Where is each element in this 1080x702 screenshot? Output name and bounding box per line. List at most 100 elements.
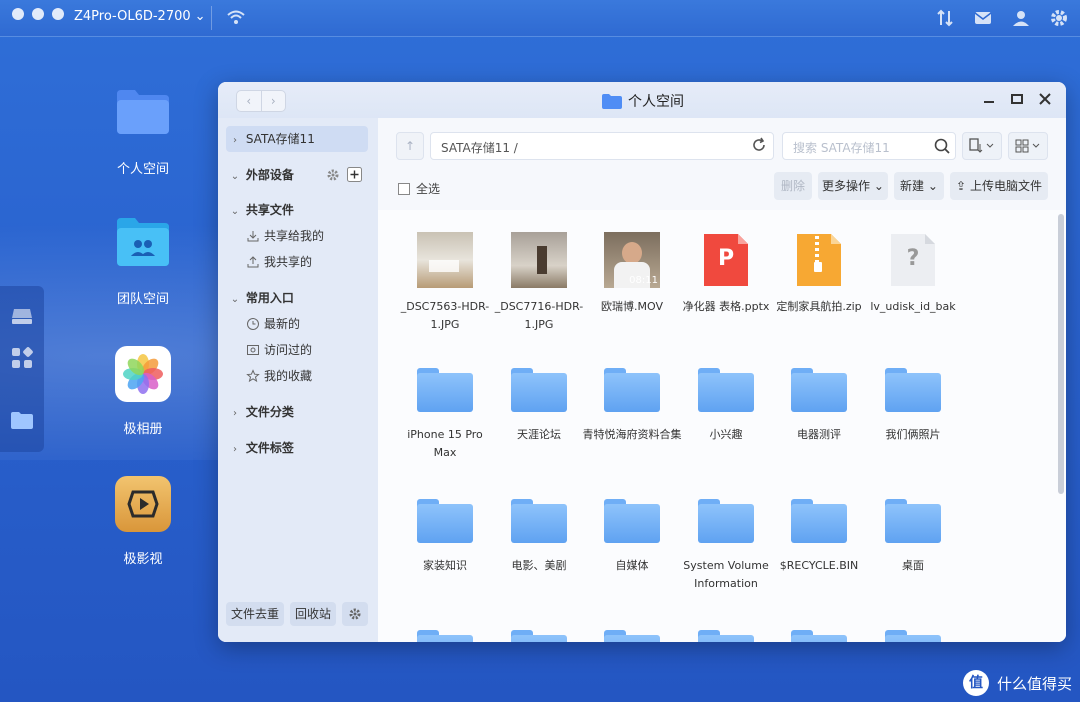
dot-minimize[interactable] bbox=[32, 8, 44, 20]
folder-item[interactable]: 小兴趣 bbox=[676, 362, 776, 444]
gear-icon[interactable] bbox=[326, 168, 340, 182]
select-all[interactable]: 全选 bbox=[398, 180, 440, 197]
transfer-icon[interactable] bbox=[934, 7, 956, 29]
desktop-label: 个人空间 bbox=[116, 162, 169, 177]
photos-icon bbox=[115, 346, 171, 402]
chevron-down-icon: ⌄ bbox=[873, 179, 884, 193]
folder-icon bbox=[511, 368, 567, 412]
files-folder-icon[interactable] bbox=[10, 408, 34, 432]
folder-icon bbox=[791, 499, 847, 543]
share-in-icon bbox=[247, 231, 259, 242]
folder-item[interactable]: 我们俩照片 bbox=[863, 362, 963, 444]
dot-maximize[interactable] bbox=[52, 8, 64, 20]
folder-item[interactable]: 电器测评 bbox=[769, 362, 869, 444]
folder-item[interactable]: System Volume Information bbox=[676, 493, 776, 593]
folder-icon bbox=[885, 630, 941, 642]
minimize-icon[interactable] bbox=[982, 92, 996, 106]
more-actions-button[interactable]: 更多操作 ⌄ bbox=[818, 172, 888, 200]
desktop-video[interactable]: 极影视 bbox=[88, 476, 198, 567]
folder-item[interactable] bbox=[582, 624, 682, 642]
folder-item[interactable] bbox=[489, 624, 589, 642]
drive-icon[interactable] bbox=[10, 304, 34, 328]
folder-item[interactable] bbox=[676, 624, 776, 642]
forward-button[interactable]: › bbox=[262, 91, 286, 111]
folder-item[interactable]: 天涯论坛 bbox=[489, 362, 589, 444]
folder-icon bbox=[604, 368, 660, 412]
sidebar-section-shared[interactable]: ⌄ 共享文件 bbox=[218, 198, 388, 222]
action-toolbar: 全选 删除 更多操作 ⌄ 新建 ⌄ ⇪ 上传电脑文件 bbox=[378, 172, 1066, 202]
sidebar-section-category[interactable]: › 文件分类 bbox=[218, 400, 388, 424]
add-device-icon[interactable] bbox=[347, 167, 362, 182]
chevron-down-icon: ⌄ bbox=[194, 9, 206, 24]
folder-item[interactable]: 桌面 bbox=[863, 493, 963, 575]
file-name: 桌面 bbox=[902, 559, 924, 572]
folder-item[interactable] bbox=[863, 624, 963, 642]
upload-button[interactable]: ⇪ 上传电脑文件 bbox=[950, 172, 1048, 200]
path-bar[interactable]: SATA存储11 / bbox=[430, 132, 774, 160]
delete-button[interactable]: 删除 bbox=[774, 172, 812, 200]
folder-icon bbox=[885, 499, 941, 543]
desktop-personal-space[interactable]: 个人空间 bbox=[88, 86, 198, 177]
path-toolbar: ↑ SATA存储11 / 搜索 SATA存储11 bbox=[378, 118, 1066, 168]
file-name: 青特悦海府资料合集 bbox=[582, 428, 682, 441]
dedupe-button[interactable]: 文件去重 bbox=[226, 602, 284, 626]
path-text: SATA存储11 / bbox=[441, 141, 518, 155]
nav-buttons: ‹ › bbox=[236, 90, 286, 112]
close-icon[interactable] bbox=[1038, 92, 1052, 106]
left-dock bbox=[0, 286, 44, 452]
history-icon bbox=[247, 345, 259, 355]
sidebar-section-label: 文件标签 bbox=[245, 441, 294, 455]
dot-close[interactable] bbox=[12, 8, 24, 20]
folder-item[interactable]: iPhone 15 Pro Max bbox=[395, 362, 495, 462]
mail-icon[interactable] bbox=[972, 7, 994, 29]
main-panel: ↑ SATA存储11 / 搜索 SATA存储11 全选 删除 更多操作 ⌄ 新建… bbox=[378, 118, 1066, 642]
file-name: 欧瑞博.MOV bbox=[601, 300, 663, 313]
sort-button[interactable] bbox=[962, 132, 1002, 160]
gear-icon[interactable] bbox=[1048, 7, 1070, 29]
maximize-icon[interactable] bbox=[1010, 92, 1024, 106]
select-all-checkbox[interactable] bbox=[398, 182, 410, 195]
scrollbar[interactable] bbox=[1058, 214, 1064, 494]
folder-item[interactable] bbox=[395, 624, 495, 642]
apps-grid-icon[interactable] bbox=[10, 346, 34, 370]
sidebar-section-label: 共享文件 bbox=[245, 203, 294, 217]
sidebar-section-tags[interactable]: › 文件标签 bbox=[218, 436, 388, 460]
file-item[interactable]: 定制家具航拍.zip bbox=[769, 232, 869, 316]
file-item[interactable]: P 净化器 表格.pptx bbox=[676, 232, 776, 316]
folder-item[interactable]: 自媒体 bbox=[582, 493, 682, 575]
sidebar: › SATA存储11 ⌄ 外部设备 ⌄ 共享文件 共享给我的 我共享的 ⌄ 常用… bbox=[218, 118, 378, 642]
sidebar-section-external[interactable]: ⌄ 外部设备 bbox=[218, 163, 388, 187]
device-selector[interactable]: Z4Pro-OL6D-2700 ⌄ bbox=[74, 9, 206, 24]
desktop-team-space[interactable]: 团队空间 bbox=[88, 216, 198, 307]
top-divider bbox=[211, 6, 212, 30]
sort-icon bbox=[969, 138, 994, 153]
user-icon[interactable] bbox=[1010, 7, 1032, 29]
folder-item[interactable]: 青特悦海府资料合集 bbox=[582, 362, 682, 444]
top-icons bbox=[934, 7, 1070, 29]
search-input[interactable]: 搜索 SATA存储11 bbox=[782, 132, 956, 160]
view-mode-button[interactable] bbox=[1008, 132, 1048, 160]
up-directory-button[interactable]: ↑ bbox=[396, 132, 424, 160]
folder-icon bbox=[604, 630, 660, 642]
folder-item[interactable]: 家装知识 bbox=[395, 493, 495, 575]
refresh-icon[interactable] bbox=[751, 137, 767, 153]
gear-icon bbox=[349, 608, 361, 620]
file-item[interactable]: ? lv_udisk_id_bak bbox=[863, 232, 963, 316]
sidebar-item-storage[interactable]: › SATA存储11 bbox=[218, 127, 388, 151]
folder-item[interactable]: 电影、美剧 bbox=[489, 493, 589, 575]
file-item[interactable]: 08:11 欧瑞博.MOV bbox=[582, 232, 682, 316]
sidebar-section-common[interactable]: ⌄ 常用入口 bbox=[218, 286, 388, 310]
new-button[interactable]: 新建 ⌄ bbox=[894, 172, 944, 200]
file-manager-window: ‹ › 个人空间 › SATA存储11 ⌄ 外部设备 ⌄ 共享文件 共享给我的 … bbox=[218, 82, 1066, 642]
folder-item[interactable] bbox=[769, 624, 869, 642]
back-button[interactable]: ‹ bbox=[237, 91, 262, 111]
sidebar-settings-button[interactable] bbox=[342, 602, 368, 626]
desktop-photo-album[interactable]: 极相册 bbox=[88, 346, 198, 437]
folder-item[interactable]: $RECYCLE.BIN bbox=[769, 493, 869, 575]
recycle-bin-button[interactable]: 回收站 bbox=[290, 602, 336, 626]
file-item[interactable]: _DSC7716-HDR-1.JPG bbox=[489, 232, 589, 334]
watermark: 值 什么值得买 bbox=[962, 670, 1072, 696]
folder-icon bbox=[417, 630, 473, 642]
file-item[interactable]: _DSC7563-HDR-1.JPG bbox=[395, 232, 495, 334]
search-icon[interactable] bbox=[933, 137, 951, 155]
